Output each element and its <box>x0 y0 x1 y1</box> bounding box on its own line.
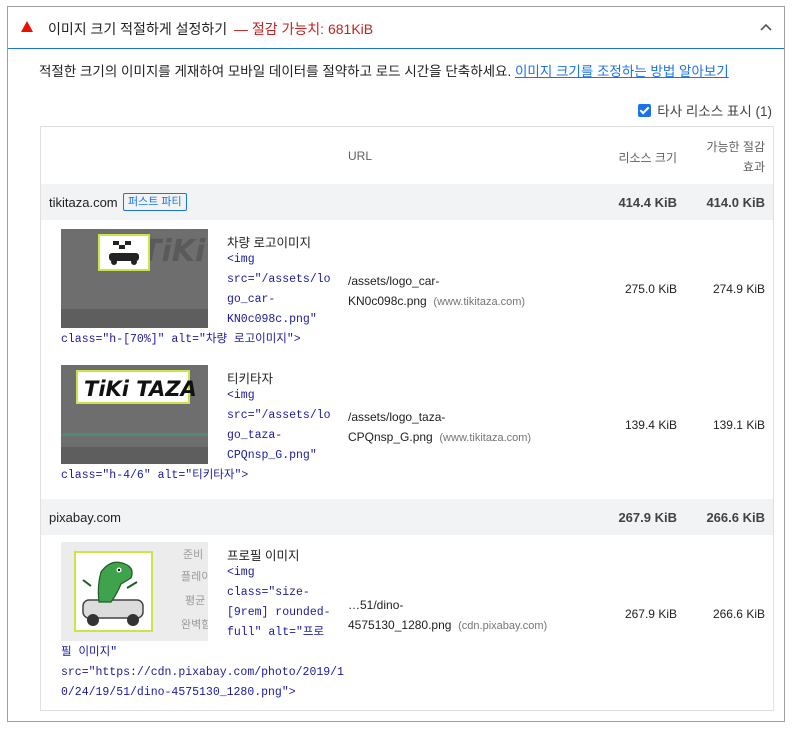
third-party-label: 타사 리소스 표시 (1) <box>657 104 772 119</box>
code-tail: class="h-4/6" alt="티키타자"> <box>61 469 249 482</box>
group-saving: 266.6 KiB <box>706 510 765 525</box>
header-url: URL <box>348 149 373 163</box>
learn-more-link[interactable]: 이미지 크기를 조정하는 방법 알아보기 <box>515 64 729 79</box>
dino-profile-thumbnail[interactable]: 준비 플레이 평균 완벽함 <box>61 542 208 641</box>
audit-savings: — 절감 가능치: 681KiB <box>234 21 374 37</box>
group-name: tikitaza.com <box>49 195 118 210</box>
bg-word: 평균 <box>185 594 205 607</box>
code-line: src="https://cdn.pixabay.com/photo/2019/… <box>61 666 344 679</box>
code-line: [9rem] rounded- <box>227 606 331 619</box>
url-line1: …51/dino- <box>348 598 404 612</box>
header-savings: 가능한 절감 효과 <box>685 137 765 177</box>
bg-word: 준비 <box>183 548 203 561</box>
url-host: (www.tikitaza.com) <box>433 296 526 308</box>
resource-size: 139.4 KiB <box>624 418 677 432</box>
table-header: URL 리소스 크기 가능한 절감 효과 <box>41 127 773 184</box>
chevron-up-icon[interactable] <box>756 18 776 38</box>
car-logo-thumbnail[interactable]: TiKi <box>61 229 208 328</box>
code-line: src="/assets/lo <box>227 273 331 286</box>
first-party-badge: 퍼스트 파티 <box>123 193 187 211</box>
code-snippet: <img src="/assets/lo go_taza- CPQnsp_G.p… <box>227 386 331 466</box>
url-line1: /assets/logo_taza- <box>348 410 446 424</box>
audit-description: 적절한 크기의 이미지를 게재하여 모바일 데이터를 절약하고 로드 시간을 단… <box>39 60 729 80</box>
resource-url[interactable]: …51/dino- 4575130_1280.png (cdn.pixabay.… <box>348 595 547 636</box>
group-saving: 414.0 KiB <box>706 195 765 210</box>
resource-size: 267.9 KiB <box>624 607 677 621</box>
resource-saving: 139.1 KiB <box>712 418 765 432</box>
resource-label: 티키타자 <box>227 372 274 386</box>
audit-header[interactable]: 이미지 크기 적절하게 설정하기 — 절감 가능치: 681KiB <box>8 7 784 49</box>
bg-word: 플레이 <box>181 570 208 583</box>
url-host: (www.tikitaza.com) <box>439 432 532 444</box>
resource-saving: 274.9 KiB <box>712 282 765 296</box>
code-line: CPQnsp_G.png" <box>227 449 317 462</box>
resource-url[interactable]: /assets/logo_car- KN0c098c.png (www.tiki… <box>348 271 525 312</box>
code-line: go_taza- <box>227 429 283 442</box>
table-row: TiKi 차량 로고이미지 <img src="/assets/lo go_ca… <box>41 220 773 356</box>
group-name: pixabay.com <box>49 510 122 525</box>
audit-panel: 이미지 크기 적절하게 설정하기 — 절감 가능치: 681KiB 적절한 크기… <box>7 6 785 722</box>
group-size: 267.9 KiB <box>618 510 677 525</box>
group-row-tikitaza: tikitaza.com 퍼스트 파티 414.4 KiB 414.0 KiB <box>41 184 773 220</box>
code-line: go_car- <box>227 293 276 306</box>
code-tail: 필 이미지" src="https://cdn.pixabay.com/phot… <box>61 643 344 703</box>
code-line: class="size- <box>227 586 310 599</box>
third-party-checkbox[interactable] <box>638 103 652 117</box>
audit-title: 이미지 크기 적절하게 설정하기 <box>48 21 228 37</box>
table-row: TiKi TAZA 티키타자 <img src="/assets/lo go_t… <box>41 356 773 492</box>
third-party-toggle[interactable]: 타사 리소스 표시 (1) <box>638 100 772 120</box>
group-row-pixabay: pixabay.com 267.9 KiB 266.6 KiB <box>41 499 773 535</box>
code-line: KN0c098c.png" <box>227 313 317 326</box>
resource-size: 275.0 KiB <box>624 282 677 296</box>
taza-logo-text: TiKi TAZA <box>84 377 197 401</box>
code-tail: class="h-[70%]" alt="차량 로고이미지"> <box>61 333 301 346</box>
url-line2: KN0c098c.png <box>348 294 427 308</box>
group-size: 414.4 KiB <box>618 195 677 210</box>
resource-label: 차량 로고이미지 <box>227 236 311 250</box>
resource-table: URL 리소스 크기 가능한 절감 효과 tikitaza.com 퍼스트 파티… <box>40 126 774 711</box>
url-line2: CPQnsp_G.png <box>348 430 433 444</box>
code-line: <img <box>227 253 255 266</box>
resource-label: 프로필 이미지 <box>227 549 300 563</box>
header-resource-size: 리소스 크기 <box>618 151 677 165</box>
url-host: (cdn.pixabay.com) <box>458 620 548 632</box>
header-savings-line1: 가능한 절감 <box>706 140 765 154</box>
code-line: 0/24/19/51/dino-4575130_1280.png"> <box>61 686 296 699</box>
code-line: <img <box>227 566 255 579</box>
code-snippet: <img class="size- [9rem] rounded- full" … <box>227 563 331 643</box>
resource-saving: 266.6 KiB <box>712 607 765 621</box>
url-line1: /assets/logo_car- <box>348 274 440 288</box>
code-line: 필 이미지" <box>61 646 118 659</box>
code-line: full" alt="프로 <box>227 626 325 639</box>
fail-triangle-icon <box>21 21 33 32</box>
description-text: 적절한 크기의 이미지를 게재하여 모바일 데이터를 절약하고 로드 시간을 단… <box>39 64 512 79</box>
resource-url[interactable]: /assets/logo_taza- CPQnsp_G.png (www.tik… <box>348 407 531 448</box>
header-savings-line2: 효과 <box>742 160 765 174</box>
url-line2: 4575130_1280.png <box>348 618 452 632</box>
code-line: src="/assets/lo <box>227 409 331 422</box>
code-line: <img <box>227 389 255 402</box>
code-snippet: <img src="/assets/lo go_car- KN0c098c.pn… <box>227 250 331 330</box>
bg-word: 완벽함 <box>181 618 208 631</box>
table-row: 준비 플레이 평균 완벽함 프로필 이미지 <img class="size- … <box>41 535 773 711</box>
taza-logo-thumbnail[interactable]: TiKi TAZA <box>61 365 208 464</box>
svg-text:TiKi: TiKi <box>141 234 206 269</box>
